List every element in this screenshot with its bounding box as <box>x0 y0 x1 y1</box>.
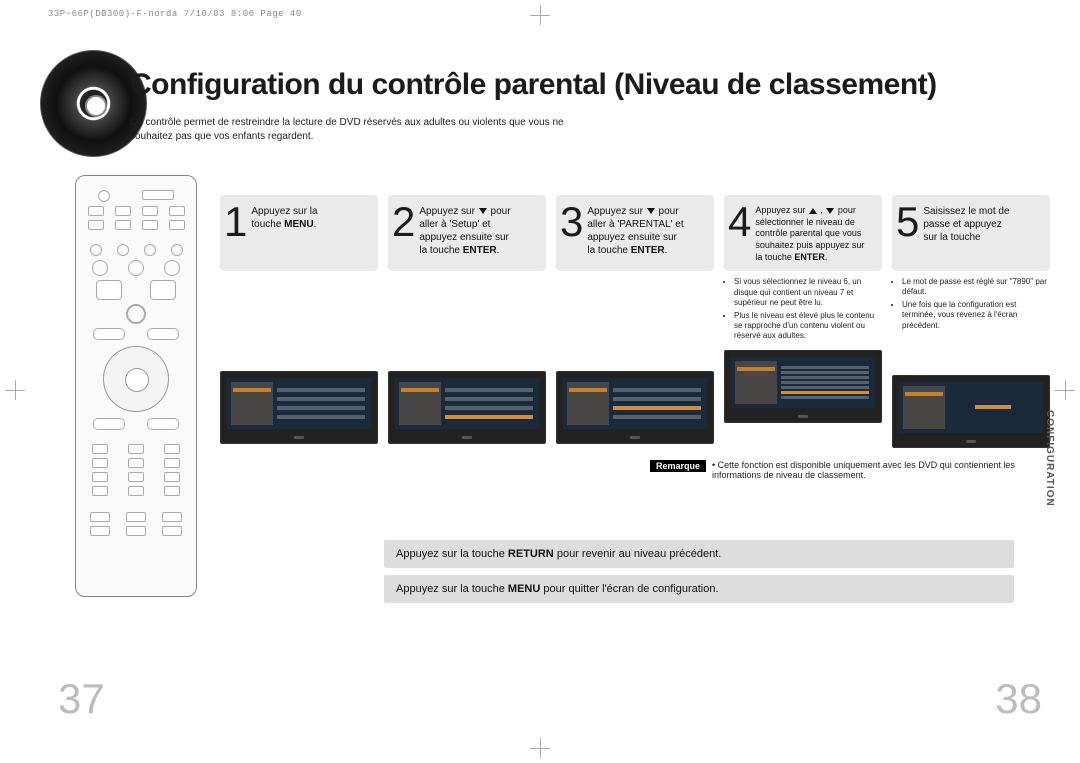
step-number: 2 <box>392 203 415 263</box>
step-number: 4 <box>728 203 751 263</box>
step-bullets: Si vous sélectionnez le niveau 6, un dis… <box>726 277 882 341</box>
step-1: 1 Appuyez sur la touche MENU. <box>220 195 378 448</box>
step-text: Appuyez sur pour aller à 'Setup' et appu… <box>419 203 510 263</box>
footer-menu: Appuyez sur la touche MENU pour quitter … <box>384 575 1014 603</box>
remote-illustration <box>75 175 197 597</box>
crop-mark <box>530 738 550 758</box>
down-arrow-icon <box>647 208 655 214</box>
page-number-left: 37 <box>58 675 105 723</box>
step-number: 5 <box>896 203 919 263</box>
print-header: 33P~66P(DB300)-F-norda 7/10/03 8:06 Page… <box>48 9 302 19</box>
step-2: 2 Appuyez sur pour aller à 'Setup' et ap… <box>388 195 546 448</box>
crop-mark <box>5 380 25 400</box>
crop-mark <box>530 5 550 25</box>
page-subtitle: Ce contrôle permet de restreindre la lec… <box>130 116 570 143</box>
page-title: Configuration du contrôle parental (Nive… <box>130 68 937 102</box>
down-arrow-icon <box>826 208 834 214</box>
step-4: 4 Appuyez sur , pour sélectionner le niv… <box>724 195 882 448</box>
side-tab-label: CONFIGURATION <box>1044 410 1055 507</box>
crop-mark <box>1055 380 1075 400</box>
step-text: Appuyez sur pour aller à 'PARENTAL' et a… <box>587 203 683 263</box>
tv-screenshot <box>724 350 882 423</box>
tv-screenshot <box>892 375 1050 448</box>
step-text: Saisissez le mot de passe et appuyez sur… <box>923 203 1009 263</box>
dpad-icon <box>103 346 169 412</box>
down-arrow-icon <box>479 208 487 214</box>
step-text: Appuyez sur , pour sélectionner le nivea… <box>755 203 864 263</box>
steps-row: 1 Appuyez sur la touche MENU. 2 Appuyez … <box>220 195 1050 448</box>
tv-screenshot <box>220 371 378 444</box>
up-arrow-icon <box>809 208 817 214</box>
remarque-badge: Remarque <box>650 460 706 472</box>
step-number: 1 <box>224 203 247 263</box>
page-number-right: 38 <box>995 675 1042 723</box>
step-number: 3 <box>560 203 583 263</box>
footer-return: Appuyez sur la touche RETURN pour reveni… <box>384 540 1014 568</box>
tv-screenshot <box>388 371 546 444</box>
step-bullets: Le mot de passe est réglé sur "7890" par… <box>894 277 1050 331</box>
tv-screenshot <box>556 371 714 444</box>
step-5: 5 Saisissez le mot de passe et appuyez s… <box>892 195 1050 448</box>
remarque: Remarque • Cette fonction est disponible… <box>650 460 1030 480</box>
step-text: Appuyez sur la touche MENU. <box>251 203 317 263</box>
step-3: 3 Appuyez sur pour aller à 'PARENTAL' et… <box>556 195 714 448</box>
